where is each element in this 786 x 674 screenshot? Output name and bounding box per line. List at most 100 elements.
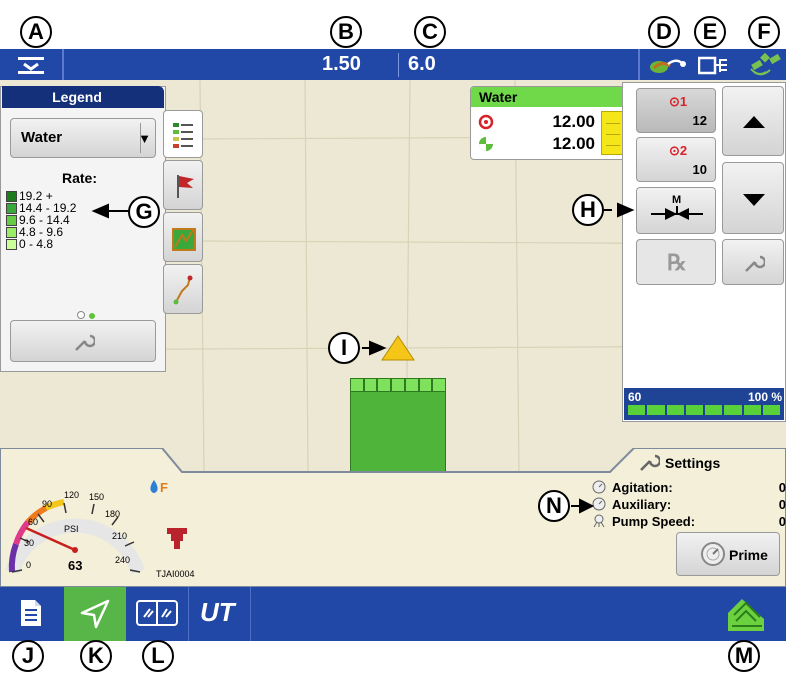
callout-f: F: [748, 16, 780, 48]
home-menu-button[interactable]: [720, 589, 770, 639]
callout-i: I: [328, 332, 360, 364]
product-dropdown-label: Water: [21, 129, 63, 146]
agitation-label: Agitation:: [612, 480, 673, 495]
prime-gauge-icon: [699, 540, 727, 573]
callout-m: M: [728, 640, 760, 672]
auxiliary-row: Auxiliary: 0: [592, 497, 786, 513]
settings-title: Settings: [665, 455, 721, 471]
legend-list-tab[interactable]: [163, 110, 203, 158]
bottom-navigation-bar: UT: [0, 587, 786, 641]
prescription-button[interactable]: ℞: [636, 239, 716, 285]
gps-readout[interactable]: 6.0: [408, 53, 436, 76]
callout-n: N: [538, 490, 570, 522]
field-product-icon[interactable]: [648, 54, 688, 81]
reports-tab[interactable]: [0, 587, 65, 641]
guidance-nav-tab[interactable]: [64, 587, 126, 641]
callout-j: J: [12, 640, 44, 672]
legend-swatch: [6, 190, 17, 202]
rate-preset-1-button[interactable]: ⊙1 12: [636, 88, 716, 133]
callout-g: G: [128, 196, 160, 228]
rate-preset-2-value: 10: [692, 162, 707, 177]
boom-right-value: 100 %: [747, 390, 782, 404]
legend-swatch: [6, 238, 17, 250]
implement-icon[interactable]: [697, 56, 728, 81]
gauge-unit: PSI: [64, 524, 79, 534]
universal-terminal-tab[interactable]: UT: [188, 587, 251, 641]
legend-settings-button[interactable]: [10, 320, 156, 362]
nozzle-icon[interactable]: [165, 527, 189, 556]
gps-satellite-icon[interactable]: [748, 52, 782, 83]
legend-title: Legend: [52, 89, 102, 105]
rate-settings-button[interactable]: [722, 239, 784, 285]
legend-list: 19.2 + 14.4 - 19.2 9.6 - 14.4 4.8 - 9.6 …: [6, 190, 116, 250]
map-layer-tab[interactable]: [163, 212, 203, 262]
gauge-tick-label: 180: [105, 509, 121, 519]
wrench-icon: [638, 451, 662, 478]
svg-text:F: F: [160, 480, 168, 495]
rate-increase-button[interactable]: [722, 86, 784, 156]
gauge-value: 63: [68, 558, 83, 573]
target-icon: [478, 114, 494, 135]
manual-valve-icon: [651, 206, 703, 227]
home-farm-icon: [724, 595, 768, 640]
rate-preset-1-value: 12: [692, 113, 707, 128]
agitation-value: 0: [778, 480, 786, 495]
callout-h: H: [572, 194, 604, 226]
speed-readout[interactable]: 1.50: [322, 53, 361, 76]
wrench-icon: [743, 252, 767, 279]
pump-speed-label: Pump Speed:: [612, 514, 696, 529]
fill-water-icon[interactable]: F: [148, 479, 174, 500]
document-icon: [20, 599, 42, 632]
implement-sections: [350, 378, 447, 392]
callout-e: E: [694, 16, 726, 48]
auxiliary-label: Auxiliary:: [612, 497, 672, 512]
callout-l: L: [142, 640, 174, 672]
arrow-up-icon: [743, 115, 765, 133]
manual-rate-button[interactable]: M: [636, 187, 716, 234]
legend-tab: Legend: [2, 86, 164, 108]
wrench-icon: [73, 331, 97, 358]
guidance-tab[interactable]: [163, 264, 203, 314]
legend-swatch: [6, 202, 17, 214]
prime-button[interactable]: Prime: [676, 532, 780, 576]
actual-rate-icon: [478, 136, 494, 157]
agitation-row: Agitation: 0: [592, 480, 786, 496]
pump-speed-row: Pump Speed: 0: [592, 514, 786, 530]
product-dropdown[interactable]: Water ▼: [10, 118, 156, 158]
legend-swatch: [6, 226, 17, 238]
menu-icon[interactable]: [16, 55, 46, 75]
pump-speed-value: 0: [778, 514, 786, 529]
gauge-tick-label: 60: [28, 517, 39, 527]
gauge-tick-label: 90: [42, 499, 53, 509]
prime-label: Prime: [729, 547, 768, 563]
rate-preset-2-button[interactable]: ⊙2 10: [636, 137, 716, 182]
target-icon: ⊙2: [669, 143, 688, 158]
legend-rate-label: Rate:: [62, 170, 98, 186]
navigation-arrow-icon: [80, 599, 110, 634]
product-rate-panel[interactable]: Water 12.00 12.00: [470, 86, 630, 160]
target-icon: ⊙1: [669, 94, 688, 109]
gauge-tick-label: 120: [64, 490, 80, 500]
callout-d: D: [648, 16, 680, 48]
top-status-bar: 1.50 6.0: [0, 49, 786, 80]
flag-tab[interactable]: [163, 160, 203, 210]
gauge-tick-label: 210: [112, 531, 128, 541]
legend-swatch: [6, 214, 17, 226]
prescription-label: ℞: [667, 250, 687, 275]
boom-sections: [628, 405, 780, 415]
callout-a: A: [20, 16, 52, 48]
callout-c: C: [414, 16, 446, 48]
callout-k: K: [80, 640, 112, 672]
actual-rate-value: 12.00: [552, 134, 595, 153]
split-screen-tab[interactable]: [126, 587, 189, 641]
vehicle-marker-icon: [381, 335, 415, 366]
legend-item: 0 - 4.8: [6, 238, 116, 250]
auxiliary-value: 0: [778, 497, 786, 512]
split-screen-icon: [136, 600, 178, 631]
boom-left-value: 60: [628, 390, 642, 404]
gauge-tick-label: 150: [89, 492, 105, 502]
boom-status-bar: 60 100 %: [624, 388, 784, 420]
arrow-down-icon: [743, 193, 765, 211]
manual-rate-label: M: [672, 194, 682, 206]
rate-decrease-button[interactable]: [722, 162, 784, 234]
